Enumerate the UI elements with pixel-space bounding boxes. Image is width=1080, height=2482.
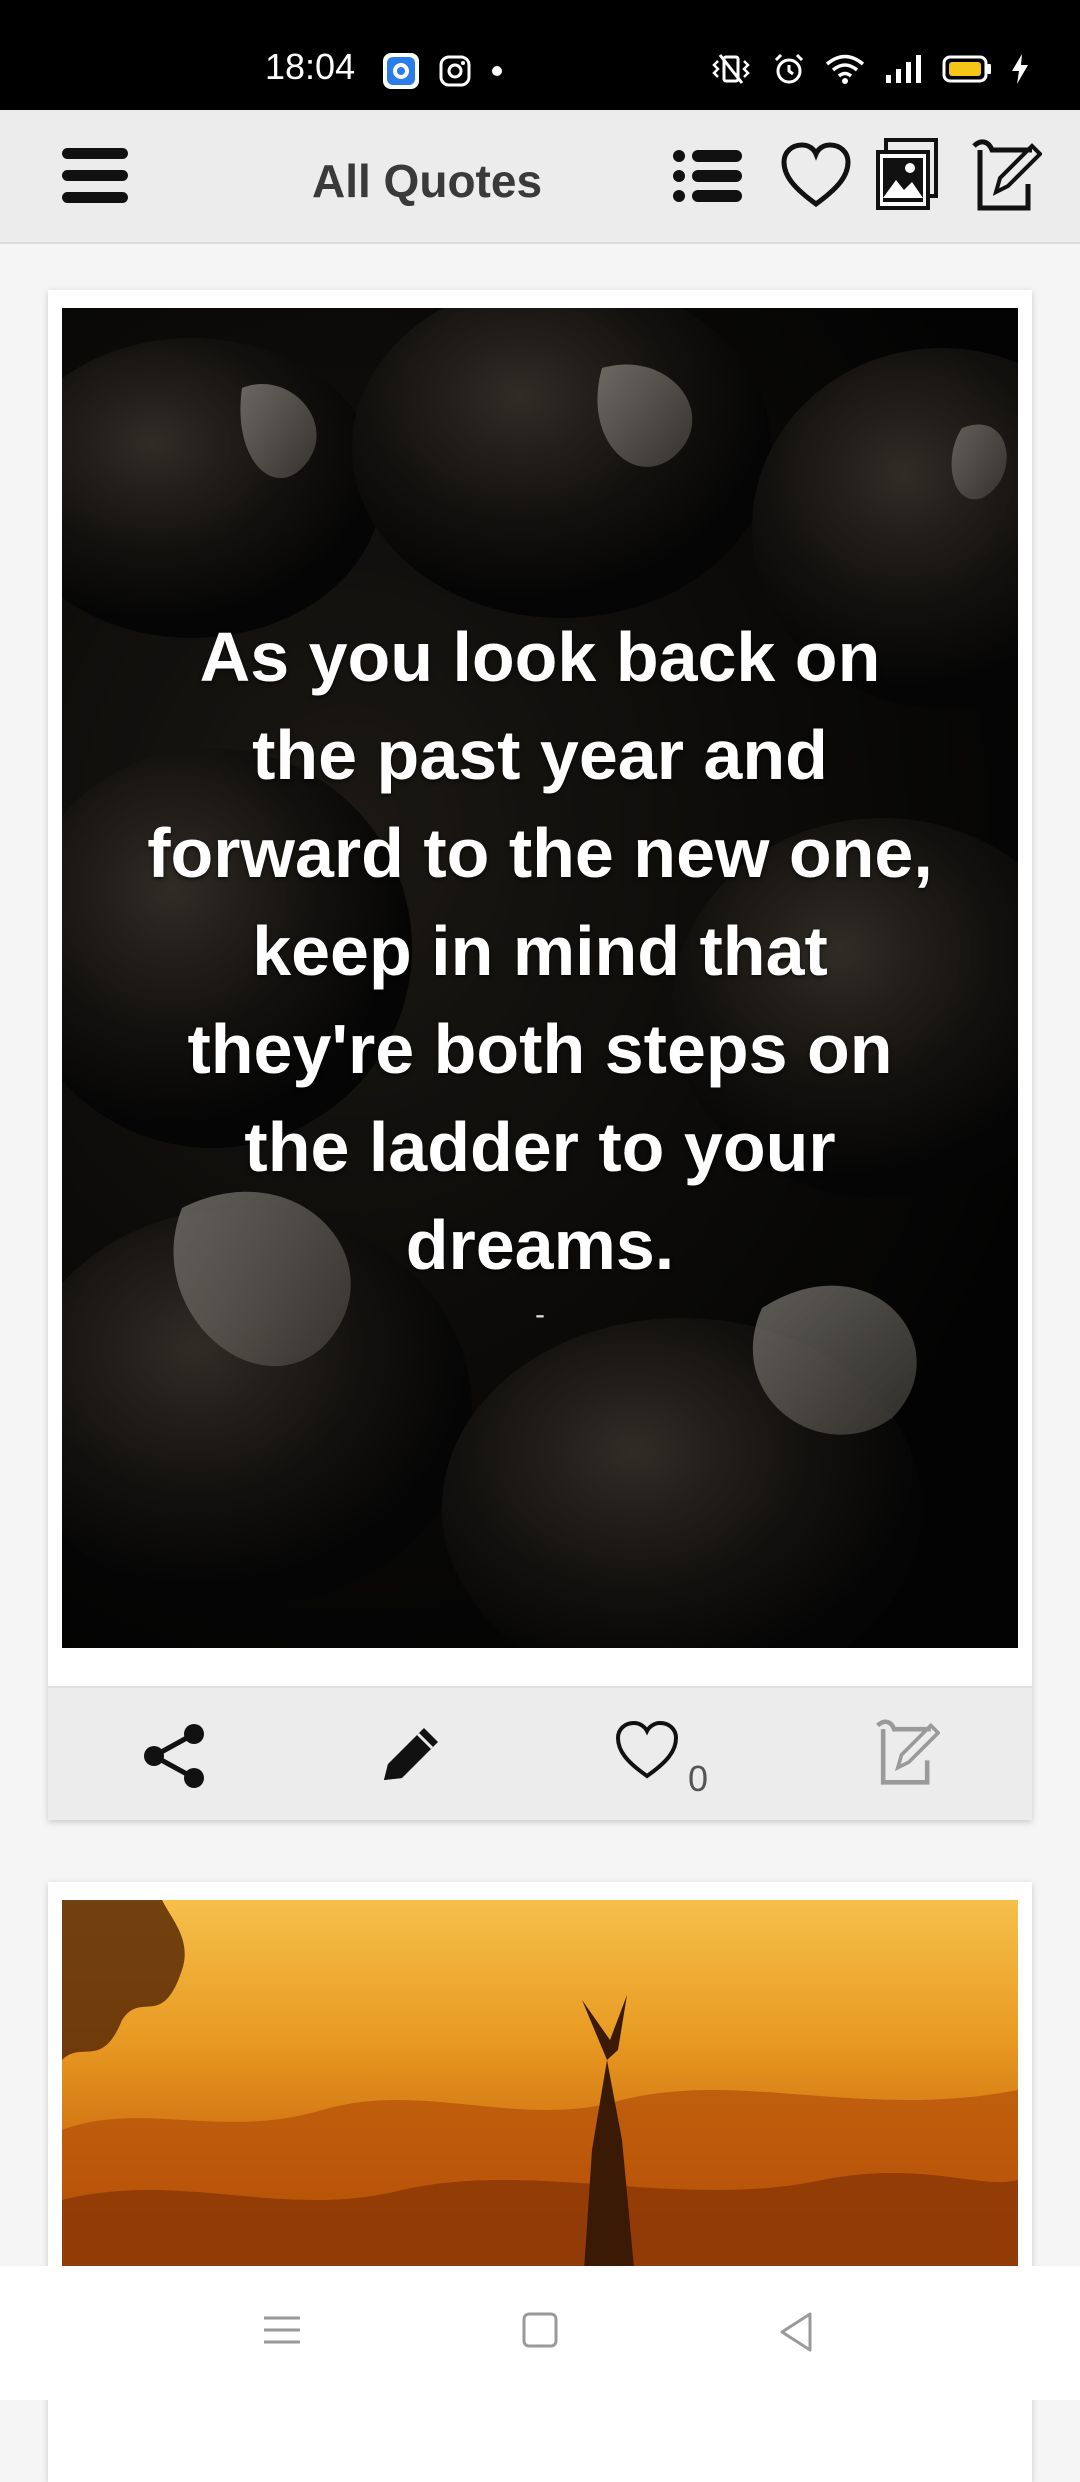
edit-quote-icon[interactable] — [970, 138, 1042, 214]
like-count: 0 — [688, 1758, 709, 1799]
back-icon[interactable] — [776, 2310, 816, 2354]
card-action-bar: 0 — [48, 1686, 1032, 1820]
instagram-icon — [439, 55, 471, 87]
list-icon[interactable] — [672, 148, 744, 204]
page-title: All Quotes — [312, 155, 543, 207]
edit-quote-icon[interactable] — [874, 1718, 940, 1788]
quote-image[interactable] — [62, 1900, 1018, 2300]
status-bar: 18:04 — [0, 0, 1080, 110]
vibrate-icon — [712, 54, 750, 84]
quote-author: - — [535, 1298, 545, 1331]
home-icon[interactable] — [520, 2310, 560, 2350]
quote-card: As you look back on the past year and fo… — [48, 290, 1032, 1820]
app-notification-icon — [383, 53, 419, 89]
battery-icon — [942, 55, 991, 83]
dot-icon — [492, 66, 502, 76]
share-icon[interactable] — [140, 1724, 210, 1788]
alarm-icon — [774, 53, 804, 84]
pencil-icon[interactable] — [378, 1722, 448, 1788]
recents-icon[interactable] — [262, 2310, 302, 2350]
status-right-icons — [708, 52, 1030, 86]
gallery-icon[interactable] — [874, 136, 940, 212]
status-left-icons — [382, 52, 504, 90]
quote-image[interactable]: As you look back on the past year and fo… — [62, 308, 1018, 1648]
heart-icon[interactable] — [780, 142, 852, 210]
like-heart-icon[interactable] — [614, 1720, 680, 1782]
quote-text: As you look back on the past year and fo… — [147, 618, 933, 1284]
signal-icon — [886, 55, 921, 83]
system-nav-bar — [0, 2266, 1080, 2400]
background-photo — [62, 1900, 1018, 2300]
menu-icon[interactable] — [58, 138, 134, 214]
app-bar: All Quotes — [0, 110, 1080, 244]
charging-icon — [1012, 54, 1028, 84]
wifi-icon — [825, 54, 865, 84]
status-time: 18:04 — [265, 46, 356, 87]
